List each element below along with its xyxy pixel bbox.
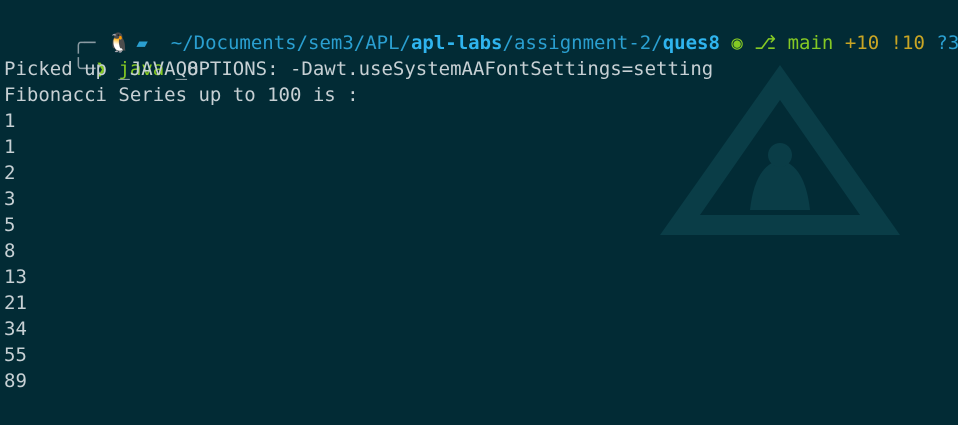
git-untracked-count: ?31 [936,32,958,54]
path-mid: assignment-2 [513,32,652,54]
output-line: 1 [4,110,16,132]
git-branch-icon: ⎇ [754,32,777,54]
output-line: 8 [4,240,16,262]
github-icon: ◉ [731,32,743,54]
prompt-line: ╭─ 🐧 ▰ ~/Documents/sem3/APL/apl-labs/ass… [4,4,958,54]
output-line: Fibonacci Series up to 100 is : [4,84,359,106]
output-line: 2 [4,162,16,184]
output-line: Picked up _JAVA_OPTIONS: -Dawt.useSystem… [4,58,714,80]
output-line: 3 [4,188,16,210]
terminal-window[interactable]: ╭─ 🐧 ▰ ~/Documents/sem3/APL/apl-labs/ass… [0,0,958,425]
linux-tux-icon: 🐧 [106,32,131,54]
git-modified-count: !10 [890,32,925,54]
output-line: 34 [4,318,27,340]
folder-icon: ▰ [136,32,148,54]
output-line: 55 [4,344,27,366]
terminal-content: ╭─ 🐧 ▰ ~/Documents/sem3/APL/apl-labs/ass… [4,4,958,394]
output-line: 1 [4,136,16,158]
output-line: 5 [4,214,16,236]
repo-name: apl-labs [410,32,503,54]
output-line: 89 [4,370,27,392]
git-ahead-count: +10 [844,32,880,54]
path-prefix: ~/Documents/sem3/APL/ [170,32,411,54]
current-dir: ques8 [662,32,720,54]
branch-name: main [787,32,834,54]
output-line: 21 [4,292,27,314]
output-line: 13 [4,266,27,288]
